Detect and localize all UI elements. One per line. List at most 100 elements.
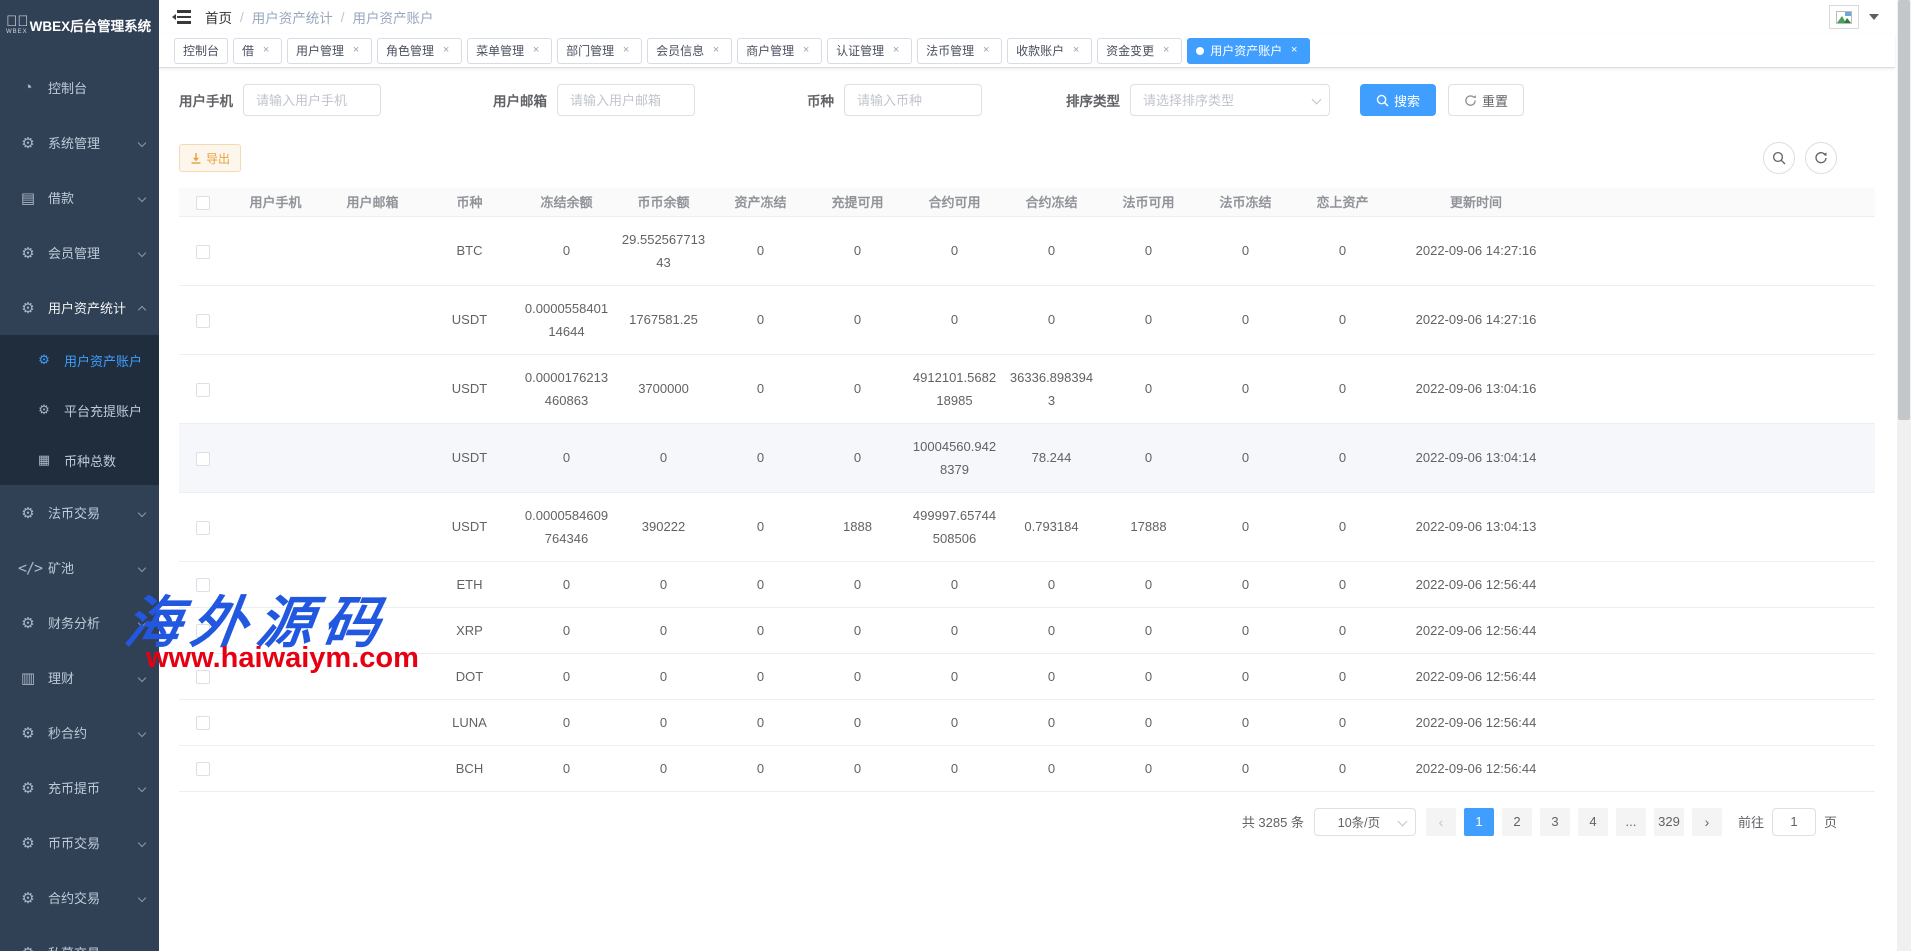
tab-10[interactable]: 收款账户×: [1007, 38, 1092, 64]
sidebar-item-4[interactable]: ⚙用户资产统计: [0, 280, 159, 335]
tab-1[interactable]: 借×: [233, 38, 282, 64]
user-avatar[interactable]: [1829, 5, 1859, 29]
goto-page-input[interactable]: [1772, 808, 1816, 836]
coin-filter-input[interactable]: [844, 84, 982, 116]
page-buttons: ‹ 1234... 329 ›: [1426, 808, 1722, 836]
tab-label: 借: [242, 42, 254, 59]
tab-7[interactable]: 商户管理×: [737, 38, 822, 64]
table-refresh-button[interactable]: [1805, 142, 1837, 174]
row-checkbox[interactable]: [196, 521, 210, 535]
sidebar-item-1[interactable]: ⚙系统管理: [0, 115, 159, 170]
table-cell: 0: [1197, 492, 1294, 561]
sidebar-fold-icon[interactable]: [173, 10, 191, 24]
page-button-3[interactable]: 3: [1540, 808, 1570, 836]
table-cell: 2022-09-06 12:56:44: [1391, 699, 1561, 745]
row-checkbox[interactable]: [196, 762, 210, 776]
app-logo[interactable]: ⋀⃓ WBEX WBEX后台管理系统: [0, 0, 159, 50]
prev-page-button[interactable]: ‹: [1426, 808, 1456, 836]
close-icon[interactable]: ×: [889, 44, 903, 58]
page-button-1[interactable]: 1: [1464, 808, 1494, 836]
table-cell: 0: [1197, 285, 1294, 354]
sidebar-item-7[interactable]: ⚙财务分析: [0, 595, 159, 650]
sidebar-item-3[interactable]: ⚙会员管理: [0, 225, 159, 280]
row-checkbox[interactable]: [196, 383, 210, 397]
close-icon[interactable]: ×: [1287, 44, 1301, 58]
close-icon[interactable]: ×: [259, 44, 273, 58]
table-toolbar: 导出: [179, 142, 1875, 174]
export-button[interactable]: 导出: [179, 144, 241, 172]
table-cell: 0: [712, 561, 809, 607]
tab-5[interactable]: 部门管理 ×: [557, 38, 642, 64]
column-header: 合约可用: [906, 188, 1003, 216]
sort-type-select[interactable]: [1130, 84, 1330, 116]
tab-label: 部门管理: [566, 42, 614, 59]
user-menu-caret-icon[interactable]: [1869, 14, 1879, 20]
sidebar-subitem-1[interactable]: ⚙平台充提账户: [0, 385, 159, 435]
page-button-329[interactable]: 329: [1654, 808, 1684, 836]
tab-2[interactable]: 用户管理×: [287, 38, 372, 64]
close-icon[interactable]: ×: [979, 44, 993, 58]
sidebar-item-2[interactable]: ▤借款: [0, 170, 159, 225]
close-icon[interactable]: ×: [1159, 44, 1173, 58]
sidebar-item-6[interactable]: </>矿池: [0, 540, 159, 595]
vertical-scrollbar[interactable]: [1897, 0, 1911, 951]
select-all-checkbox[interactable]: [196, 196, 210, 210]
close-icon[interactable]: ×: [349, 44, 363, 58]
tab-3[interactable]: 角色管理×: [377, 38, 462, 64]
sidebar-item-13[interactable]: ⚙私募交易: [0, 925, 159, 951]
row-checkbox[interactable]: [196, 624, 210, 638]
sidebar-item-11[interactable]: ⚙币币交易: [0, 815, 159, 870]
sidebar-subitem-0[interactable]: ⚙用户资产账户: [0, 335, 159, 385]
close-icon[interactable]: ×: [619, 44, 633, 58]
scrollbar-thumb[interactable]: [1898, 0, 1910, 420]
row-checkbox[interactable]: [196, 245, 210, 259]
tab-6[interactable]: 会员信息×: [647, 38, 732, 64]
chevron-down-icon: [138, 508, 146, 516]
tab-0[interactable]: 控制台: [174, 38, 228, 64]
tab-4[interactable]: 菜单管理×: [467, 38, 552, 64]
column-search-button[interactable]: [1763, 142, 1795, 174]
tab-11[interactable]: 资金变更×: [1097, 38, 1182, 64]
gear-icon: ⚙: [18, 614, 38, 632]
close-icon[interactable]: ×: [709, 44, 723, 58]
reset-button[interactable]: 重置: [1448, 84, 1524, 116]
close-icon[interactable]: ×: [1069, 44, 1083, 58]
email-filter-input[interactable]: [557, 84, 695, 116]
tab-12[interactable]: 用户资产账户×: [1187, 38, 1310, 64]
more-pages-button[interactable]: ...: [1616, 808, 1646, 836]
tab-8[interactable]: 认证管理×: [827, 38, 912, 64]
page-button-2[interactable]: 2: [1502, 808, 1532, 836]
sidebar-item-8[interactable]: ▥理财: [0, 650, 159, 705]
table-cell: 2022-09-06 14:27:16: [1391, 216, 1561, 285]
row-checkbox[interactable]: [196, 578, 210, 592]
row-checkbox[interactable]: [196, 716, 210, 730]
close-icon[interactable]: ×: [439, 44, 453, 58]
phone-filter-input[interactable]: [243, 84, 381, 116]
close-icon[interactable]: ×: [529, 44, 543, 58]
sidebar-item-0[interactable]: ◔控制台: [0, 60, 159, 115]
page-size-select[interactable]: [1314, 808, 1416, 836]
table-cell: [324, 745, 421, 791]
next-page-button[interactable]: ›: [1692, 808, 1722, 836]
sort-select-input[interactable]: [1130, 84, 1330, 116]
close-icon[interactable]: ×: [799, 44, 813, 58]
sidebar-subitem-2[interactable]: ▦币种总数: [0, 435, 159, 485]
row-select-cell: [179, 216, 227, 285]
brand-logo-icon: ⋀⃓ WBEX: [6, 15, 28, 35]
table-cell: 0: [1003, 607, 1100, 653]
row-checkbox[interactable]: [196, 670, 210, 684]
row-checkbox[interactable]: [196, 452, 210, 466]
sidebar-item-5[interactable]: ⚙法币交易: [0, 485, 159, 540]
breadcrumb-home[interactable]: 首页: [205, 7, 232, 27]
table-row: ETH0000000002022-09-06 12:56:44: [179, 561, 1875, 607]
sidebar-item-9[interactable]: ⚙秒合约: [0, 705, 159, 760]
page-button-4[interactable]: 4: [1578, 808, 1608, 836]
page-size-value[interactable]: [1314, 808, 1416, 836]
column-header: 更新时间: [1391, 188, 1561, 216]
row-checkbox[interactable]: [196, 314, 210, 328]
filler-cell: [1561, 354, 1875, 423]
tab-9[interactable]: 法币管理×: [917, 38, 1002, 64]
sidebar-item-10[interactable]: ⚙充币提币: [0, 760, 159, 815]
sidebar-item-12[interactable]: ⚙合约交易: [0, 870, 159, 925]
search-button[interactable]: 搜索: [1360, 84, 1436, 116]
